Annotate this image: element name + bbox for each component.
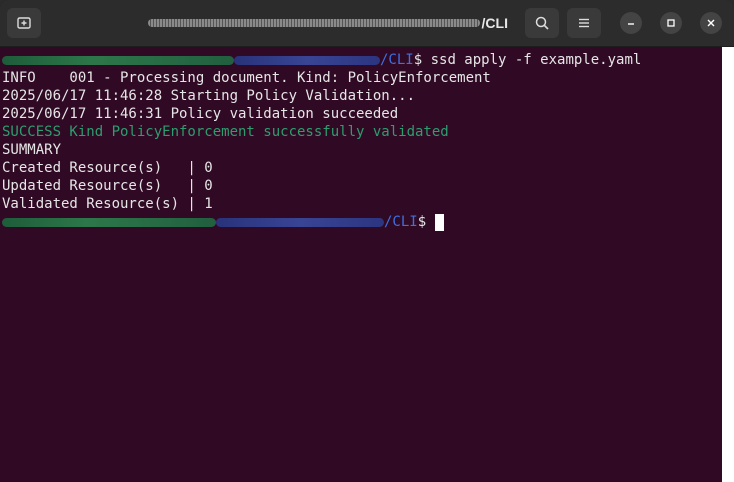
- redacted-path: [216, 217, 384, 227]
- prompt-symbol: $: [417, 214, 427, 230]
- redacted-title: [148, 19, 480, 27]
- output-line-validated: 2025/06/17 11:46:31 Policy validation su…: [2, 106, 399, 122]
- redacted-path: [234, 55, 380, 65]
- command-line: /CLI $ ssd apply -f example.yaml: [2, 51, 722, 69]
- minimize-button[interactable]: [620, 12, 642, 34]
- output-line-summary: SUMMARY: [2, 142, 62, 158]
- output-line-created: Created Resource(s) | 0: [2, 160, 213, 176]
- minimize-icon: [628, 23, 634, 25]
- close-icon: [707, 19, 715, 27]
- redacted-user-host: [2, 55, 234, 65]
- new-tab-button[interactable]: [7, 8, 41, 38]
- maximize-button[interactable]: [660, 12, 682, 34]
- terminal-window: /CLI /CLI $ ssd apply -f example.yaml IN…: [0, 0, 734, 482]
- prompt-path: /CLI: [384, 214, 418, 230]
- prompt-line: /CLI $: [2, 213, 722, 231]
- output-line-success: SUCCESS Kind PolicyEnforcement successfu…: [2, 124, 449, 140]
- output-line-start: 2025/06/17 11:46:28 Starting Policy Vali…: [2, 88, 416, 104]
- window-title: /CLI: [148, 13, 508, 33]
- terminal-output[interactable]: /CLI $ ssd apply -f example.yaml INFO 001…: [0, 47, 722, 482]
- search-icon: [535, 16, 549, 30]
- maximize-icon: [667, 19, 675, 27]
- new-tab-icon: [17, 17, 31, 29]
- window-title-text: /CLI: [481, 15, 508, 31]
- output-line-info: INFO 001 - Processing document. Kind: Po…: [2, 70, 491, 86]
- search-button[interactable]: [525, 8, 559, 38]
- text-cursor: [435, 213, 445, 231]
- command-text: ssd apply -f example.yaml: [422, 52, 642, 68]
- output-line-validated-count: Validated Resource(s) | 1: [2, 196, 213, 212]
- title-bar: /CLI: [0, 0, 734, 47]
- hamburger-menu-icon: [579, 18, 589, 28]
- menu-button[interactable]: [567, 8, 601, 38]
- prompt-path: /CLI: [380, 52, 414, 68]
- prompt-symbol: $: [413, 52, 423, 68]
- close-button[interactable]: [700, 12, 722, 34]
- scrollbar[interactable]: [722, 47, 734, 482]
- redacted-user-host: [2, 217, 216, 227]
- output-line-updated: Updated Resource(s) | 0: [2, 178, 213, 194]
